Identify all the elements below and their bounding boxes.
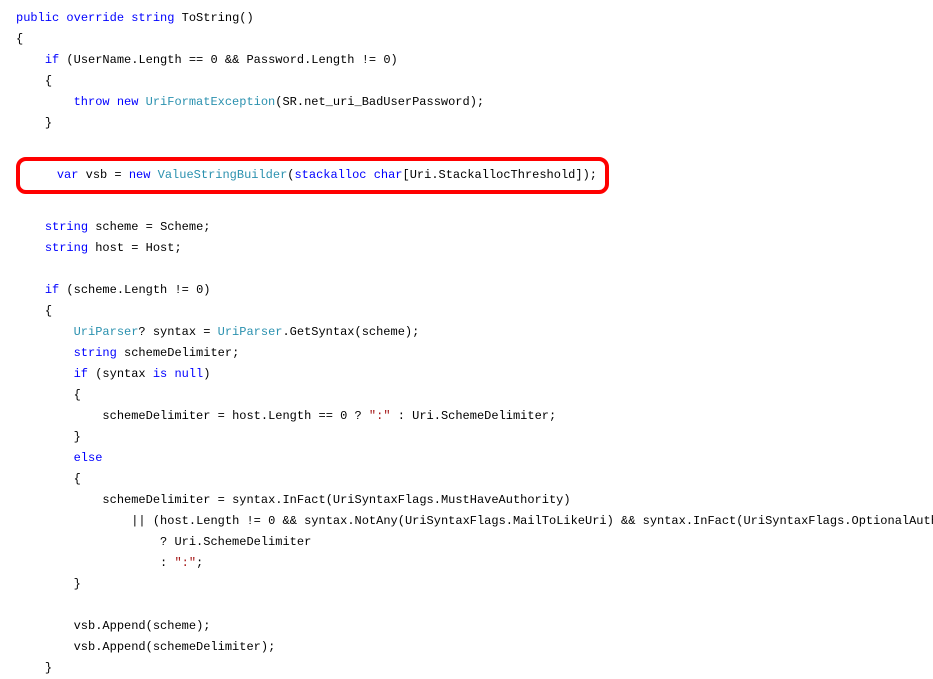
- keyword-new: new: [117, 95, 139, 109]
- highlighted-line: var vsb = new ValueStringBuilder(stackal…: [16, 157, 609, 194]
- keyword-throw: throw: [74, 95, 110, 109]
- identifier: UserName: [74, 53, 132, 67]
- keyword-stackalloc: stackalloc: [294, 168, 366, 182]
- keyword-var: var: [57, 168, 79, 182]
- keyword-is: is: [153, 367, 167, 381]
- keyword-else: else: [74, 451, 103, 465]
- code-line: public override string ToString(): [16, 11, 254, 25]
- code-block: public override string ToString() { if (…: [0, 0, 933, 679]
- type-name: UriFormatException: [146, 95, 276, 109]
- method-name: ToString: [182, 11, 240, 25]
- brace: {: [16, 32, 23, 46]
- string-literal: ":": [369, 409, 391, 423]
- type-name: ValueStringBuilder: [158, 168, 288, 182]
- keyword-char: char: [374, 168, 403, 182]
- keyword-override: override: [66, 11, 124, 25]
- keyword-null: null: [174, 367, 203, 381]
- keyword-string: string: [131, 11, 174, 25]
- keyword-if: if: [45, 53, 59, 67]
- keyword-public: public: [16, 11, 59, 25]
